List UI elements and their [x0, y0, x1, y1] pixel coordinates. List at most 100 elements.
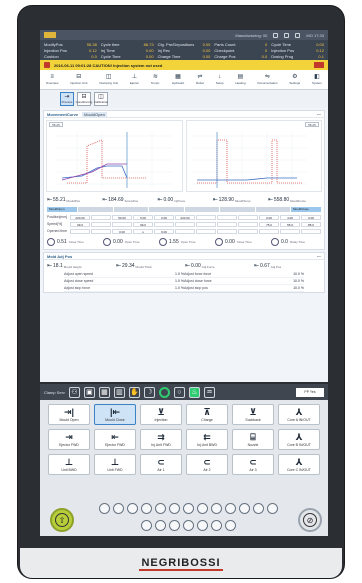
grid-icon[interactable]: ▦ [98, 386, 110, 398]
key-inj-unit-fwd[interactable]: ⇉ Inj.Unit FWD [140, 429, 182, 450]
aux-button[interactable] [126, 503, 138, 514]
key-air-1[interactable]: ⊂ Air 1 [140, 454, 182, 475]
pump-on-icon[interactable]: ♨ [188, 386, 200, 398]
nav-item-heating[interactable]: ▤ Heating [235, 74, 245, 85]
key-charge[interactable]: ⊼ Charge [186, 404, 228, 425]
timer-gauge[interactable]: 0.00 Open Time [103, 238, 153, 246]
key-core-c-in-out[interactable]: ⅄ Core C IN/OUT [278, 454, 320, 475]
profile-cell[interactable]: 99.0 [133, 221, 153, 227]
profile-cell[interactable] [154, 221, 174, 227]
aux-button[interactable] [140, 503, 152, 514]
key-suckback[interactable]: ⊻ Suckback [232, 404, 274, 425]
heating-icon[interactable]: ♒ [203, 386, 215, 398]
setting-value[interactable]: 10.0 % [276, 286, 304, 290]
print-icon[interactable] [284, 32, 290, 38]
aux-button[interactable] [182, 519, 194, 531]
profile-cell[interactable] [259, 228, 279, 234]
subtab-calibration[interactable]: ◫ Calibration [94, 92, 108, 106]
key-injection[interactable]: ⊻ Injection [140, 404, 182, 425]
profile-cell[interactable] [217, 228, 237, 234]
stop-cycle-icon[interactable]: ○ [173, 386, 185, 398]
nav-item-setup[interactable]: ↓ Setup [216, 74, 224, 85]
timer-gauge[interactable]: 0.51 Close Time [47, 238, 97, 246]
start-button[interactable]: ⇧ [50, 508, 74, 532]
profile-cell[interactable] [196, 221, 216, 227]
profile-cell[interactable]: 220.00 [175, 214, 195, 220]
profile-cell[interactable] [70, 228, 90, 234]
profile-cell[interactable]: 9.00 [154, 228, 174, 234]
key-ejector-fwd[interactable]: ⇥ Ejector FWD [48, 429, 90, 450]
key-core-b-in-out[interactable]: ⅄ Core B IN/OUT [278, 429, 320, 450]
profile-cell[interactable] [196, 214, 216, 220]
operator-icon[interactable]: ⚇ [68, 386, 80, 398]
aux-button[interactable] [210, 519, 222, 531]
profile-cell[interactable]: 220.00 [70, 214, 90, 220]
aux-button[interactable] [168, 503, 180, 514]
key-air-3[interactable]: ⊂ Air 3 [232, 454, 274, 475]
movement-chart-left[interactable]: 55.25 [46, 120, 183, 192]
key-core-a-in-out[interactable]: ⅄ Core A IN/OUT [278, 404, 320, 425]
subtab-process[interactable]: ⇥ Process [60, 92, 74, 106]
aux-button[interactable] [196, 519, 208, 531]
aux-button[interactable] [98, 503, 110, 514]
nav-item-injection-unit[interactable]: ⊟ Injection Unit [70, 74, 87, 85]
more-icon[interactable]: ⋯ [317, 254, 321, 259]
key-nozzle[interactable]: ⌸ Nozzle [232, 429, 274, 450]
aux-button[interactable] [224, 503, 236, 514]
aux-button[interactable] [196, 503, 208, 514]
nav-item-clamping-unit[interactable]: ◫ Clamping Unit [99, 74, 118, 85]
aux-button[interactable] [168, 519, 180, 531]
book-icon[interactable]: ▥ [113, 386, 125, 398]
profile-cell[interactable] [280, 228, 300, 234]
profile-cell[interactable]: 0.00 [154, 214, 174, 220]
setting-value[interactable]: 10.0 % [276, 272, 304, 276]
nav-item-ejector[interactable]: ⊥ Ejector [130, 74, 139, 85]
setting-value[interactable]: 1.0 % [156, 279, 184, 283]
timer-gauge[interactable]: 0.0 Delay Time [271, 238, 321, 246]
semi-auto-icon[interactable]: ☽ [143, 386, 155, 398]
key-mould-open[interactable]: ⇥| Mould Open [48, 404, 90, 425]
subtab-conditioning[interactable]: ⊟ Conditioning [76, 92, 92, 106]
profile-cell[interactable]: 85.0 [301, 221, 321, 227]
profile-cell[interactable] [91, 214, 111, 220]
nav-item-system[interactable]: ◧ System [312, 74, 322, 85]
mode-select[interactable]: PP Yes [296, 387, 324, 397]
screen-icon[interactable]: ▣ [83, 386, 95, 398]
aux-button[interactable] [182, 503, 194, 514]
profile-cell[interactable]: 5.00 [133, 214, 153, 220]
profile-cell[interactable]: 4.00 [280, 214, 300, 220]
profile-cell[interactable] [238, 214, 258, 220]
profile-cell[interactable]: 55.0 [280, 221, 300, 227]
timer-gauge[interactable]: 0.00 Close Time [215, 238, 265, 246]
alarm-banner[interactable]: 2016-06-11 09:01:28 CAUTION! Injection s… [40, 60, 328, 70]
aux-button[interactable] [154, 519, 166, 531]
aux-button[interactable] [154, 503, 166, 514]
movement-chart-right[interactable]: 55.25 [185, 120, 322, 192]
nav-item-robot[interactable]: ⇌ Robot [196, 74, 204, 85]
key-mould-close[interactable]: |⇤ Mould Close [94, 404, 136, 425]
key-inj-unit-bwd[interactable]: ⇇ Inj.Unit BWD [186, 429, 228, 450]
key-unit-fwd[interactable]: ⊥ Unit FWD [94, 454, 136, 475]
profile-cell[interactable] [91, 228, 111, 234]
nav-item-settings[interactable]: ⚙ Settings [289, 74, 300, 85]
profile-cell[interactable]: 50.00 [112, 214, 132, 220]
auto-cycle-icon[interactable] [158, 386, 170, 398]
profile-cell[interactable] [175, 221, 195, 227]
profile-cell[interactable]: 99.0 [70, 221, 90, 227]
nav-item-tempr-[interactable]: ≋ Tempr. [151, 74, 160, 85]
profile-cell[interactable] [217, 221, 237, 227]
aux-button[interactable] [210, 503, 222, 514]
aux-button[interactable] [266, 503, 278, 514]
profile-cell[interactable] [196, 228, 216, 234]
profile-cell[interactable] [238, 221, 258, 227]
hand-icon[interactable]: ✋ [128, 386, 140, 398]
aux-button[interactable] [112, 503, 124, 514]
nav-item-hydraulic[interactable]: ▦ Hydraulic [172, 74, 185, 85]
nav-item-documentation[interactable]: ⇋ Documentation [257, 74, 277, 85]
curve-tag[interactable]: MouldOpen [82, 111, 107, 117]
setting-value[interactable]: 10.0 % [276, 279, 304, 283]
profile-cell[interactable]: 0.00 [259, 214, 279, 220]
profile-cell[interactable]: s [133, 228, 153, 234]
alarm-count-badge[interactable] [314, 62, 324, 68]
key-air-2[interactable]: ⊂ Air 2 [186, 454, 228, 475]
